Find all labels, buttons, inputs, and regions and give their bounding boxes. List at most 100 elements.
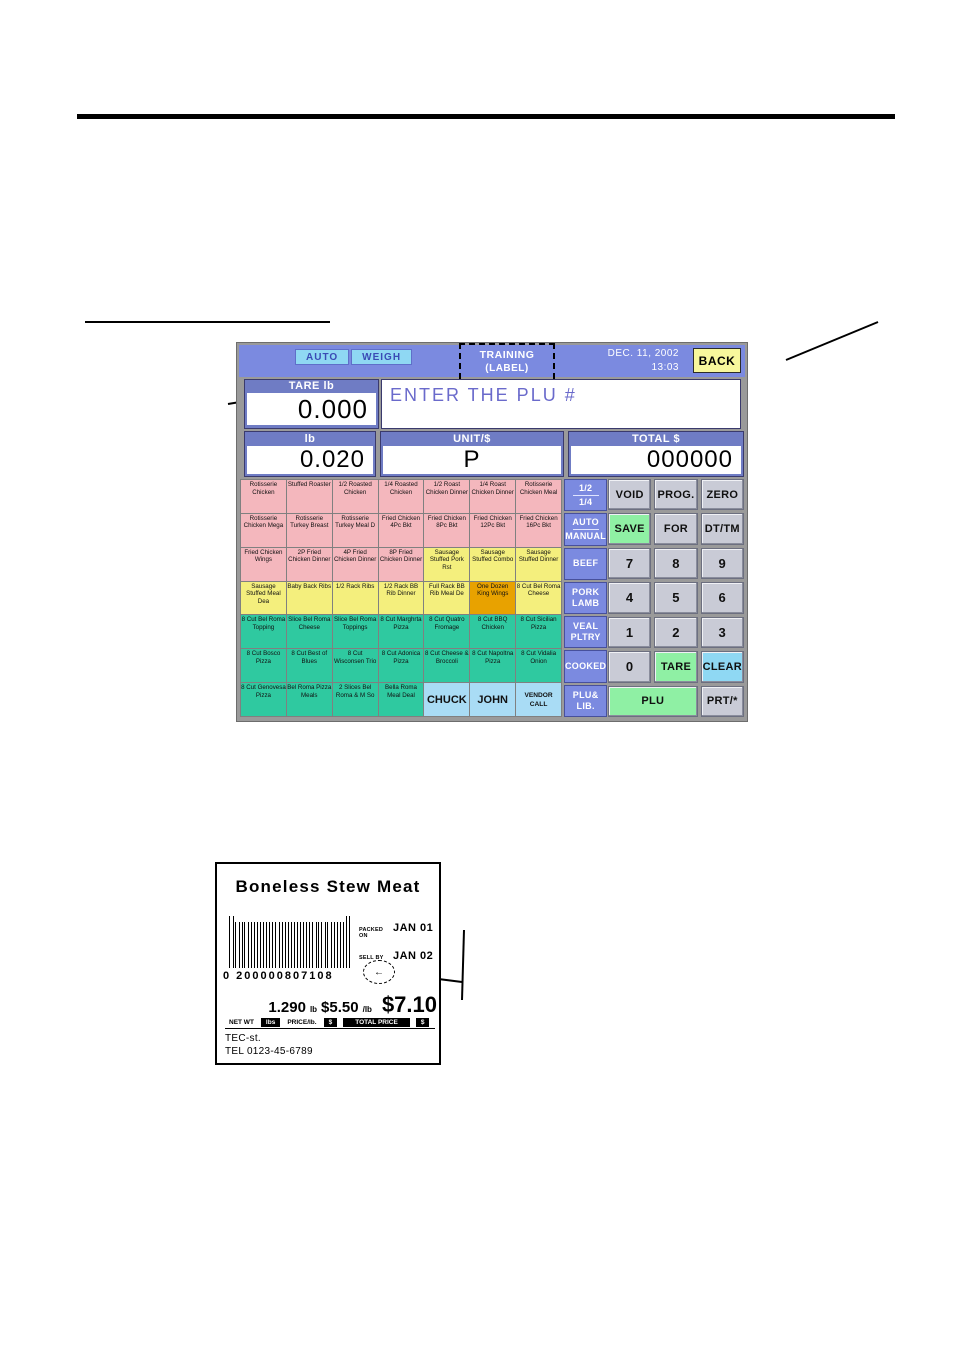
caption-dollar-2: $ (415, 1018, 430, 1027)
caption-net-wt: NET WT (229, 1019, 254, 1026)
plu-key[interactable]: One Dozen King Wings (470, 581, 516, 615)
plu-key[interactable]: Stuffed Roaster (286, 480, 332, 513)
function-key-line-1: AUTO (572, 516, 599, 527)
keypad-key[interactable]: FOR (654, 513, 698, 545)
barcode-bar (229, 916, 231, 968)
unit-price-suffix: /lb (362, 1005, 372, 1014)
keypad-key[interactable]: 6 (700, 582, 744, 614)
plu-key[interactable]: 1/2 Rack Ribs (332, 581, 378, 615)
plu-key[interactable]: Slice Bel Roma Cheese (286, 615, 332, 649)
plu-key[interactable]: 1/4 Roast Chicken Dinner (470, 480, 516, 513)
plu-key[interactable]: 8 Cut Wisconsen Trio (332, 649, 378, 683)
function-key-line-2: PLTRY (570, 632, 601, 643)
keypad-key[interactable]: 5 (654, 582, 698, 614)
keypad-key[interactable]: PRT/* (700, 685, 744, 717)
keypad-key[interactable]: 4 (608, 582, 652, 614)
plu-key[interactable]: 8 Cut BBQ Chicken (470, 615, 516, 649)
plu-key[interactable]: Rotisserie Turkey Meal D (332, 513, 378, 547)
plu-key[interactable]: 8 Cut Marghrta Pizza (378, 615, 424, 649)
plu-key[interactable]: Full Rack BB Rib Meal De (424, 581, 470, 615)
plu-key[interactable]: Fried Chicken 12Pc Bkt (470, 513, 516, 547)
totals-row: lb 0.020 UNIT/$ P TOTAL $ 000000 (244, 431, 744, 477)
plu-key[interactable]: 1/2 Roast Chicken Dinner (424, 480, 470, 513)
plu-key[interactable]: 8 Cut Best of Blues (286, 649, 332, 683)
plu-key[interactable]: Rotisserie Chicken Meal (516, 480, 561, 513)
function-key[interactable]: BEEF (564, 547, 608, 580)
mode-chip-weigh[interactable]: WEIGH (351, 349, 413, 365)
keypad-key[interactable]: CLEAR (700, 651, 744, 683)
function-key[interactable]: PLU& LIB. (564, 684, 608, 717)
plu-key[interactable]: Sausage Stuffed Combo (470, 547, 516, 581)
plu-key[interactable]: VENDOR CALL (516, 683, 561, 716)
plu-key[interactable]: Rotisserie Chicken Mega (241, 513, 286, 547)
store-info: TEC-st. TEL 0123-45-6789 (225, 1032, 313, 1058)
total-price-value: 000000 (571, 446, 741, 474)
plu-key[interactable]: 8 Cut Vidalia Onion (516, 649, 561, 683)
plu-key[interactable]: Sausage Stuffed Meal Dea (241, 581, 286, 615)
plu-key[interactable]: 8 Cut Bel Roma Topping (241, 615, 286, 649)
plu-key[interactable]: 2 Slices Bel Roma & M So (332, 683, 378, 716)
keypad-key[interactable]: 0 (608, 651, 652, 683)
plu-key[interactable]: Fried Chicken 4Pc Bkt (378, 513, 424, 547)
weight-value: 0.020 (247, 446, 373, 474)
plu-key[interactable]: Bella Roma Meal Deal (378, 683, 424, 716)
plu-key[interactable]: Sausage Stuffed Pork Rst (424, 547, 470, 581)
keypad-key[interactable]: 2 (654, 616, 698, 649)
plu-key[interactable]: 1/4 Roasted Chicken (378, 480, 424, 513)
keypad-key[interactable]: VOID (608, 479, 652, 511)
barcode-bar (269, 922, 270, 968)
plu-key[interactable]: 8 Cut Adonica Pizza (378, 649, 424, 683)
function-key[interactable]: COOKED (564, 650, 608, 683)
plu-key[interactable]: 8 Cut Sicilian Pizza (516, 615, 561, 649)
keypad-key[interactable]: 1 (608, 616, 652, 649)
plu-key[interactable]: 1/2 Rack BB Rib Dinner (378, 581, 424, 615)
keypad-key[interactable]: ZERO (700, 479, 744, 511)
plu-key[interactable]: Bel Roma Pizza Meals (286, 683, 332, 716)
plu-key[interactable]: Fried Chicken 8Pc Bkt (424, 513, 470, 547)
plu-key[interactable]: Baby Back Ribs (286, 581, 332, 615)
plu-key[interactable]: Sausage Stuffed Dinner (516, 547, 561, 581)
keypad-key[interactable]: DT/TM (700, 513, 744, 545)
function-key[interactable]: PORK LAMB (564, 581, 608, 615)
plu-key[interactable]: 8 Cut Genovesa Pizza (241, 683, 286, 716)
plu-key[interactable]: Rotisserie Chicken (241, 480, 286, 513)
keypad-key[interactable]: TARE (654, 651, 698, 683)
plu-key[interactable]: 4P Fried Chicken Dinner (332, 547, 378, 581)
tare-value: 0.000 (247, 393, 376, 425)
function-key[interactable]: VEAL PLTRY (564, 616, 608, 649)
printed-label-sample: Boneless Stew Meat 0 200000807108 PACKED… (215, 862, 441, 1065)
mode-chip-auto[interactable]: AUTO (295, 349, 350, 365)
callout-circle-marker: ← (363, 960, 395, 984)
plu-key[interactable]: Rotisserie Turkey Breast (286, 513, 332, 547)
barcode-bar (235, 922, 237, 968)
store-phone: TEL 0123-45-6789 (225, 1046, 313, 1057)
plu-key[interactable]: 8 Cut Napoltna Pizza (470, 649, 516, 683)
function-key-divider (572, 494, 599, 496)
plu-key[interactable]: 8P Fried Chicken Dinner (378, 547, 424, 581)
plu-key[interactable]: 8 Cut Quatro Fromage (424, 615, 470, 649)
barcode-bar (278, 922, 280, 968)
plu-key[interactable]: 8 Cut Bel Roma Cheese (516, 581, 561, 615)
keypad-key[interactable]: 3 (700, 616, 744, 649)
keypad-key[interactable]: 7 (608, 547, 652, 580)
function-key[interactable]: 1/2 1/4 (564, 479, 608, 512)
function-key[interactable]: AUTO MANUAL (564, 513, 608, 546)
plu-key[interactable]: JOHN (470, 683, 516, 716)
weight-display: lb 0.020 (244, 431, 376, 477)
plu-key[interactable]: 8 Cut Bosco Pizza (241, 649, 286, 683)
plu-key[interactable]: 1/2 Roasted Chicken (332, 480, 378, 513)
plu-key[interactable]: 8 Cut Cheese & Broccoli (424, 649, 470, 683)
barcode-bar (287, 922, 289, 968)
plu-key[interactable]: Fried Chicken Wings (241, 547, 286, 581)
keypad-key[interactable]: SAVE (608, 513, 652, 545)
plu-key[interactable]: Fried Chicken 16Pc Bkt (516, 513, 561, 547)
keypad-key[interactable]: PROG. (654, 479, 698, 511)
plu-key[interactable]: CHUCK (424, 683, 470, 716)
plu-key[interactable]: 2P Fried Chicken Dinner (286, 547, 332, 581)
keypad-key[interactable]: PLU (608, 685, 698, 717)
keypad-key[interactable]: 9 (700, 547, 744, 580)
function-key-line-1: PORK (572, 586, 600, 597)
back-button[interactable]: BACK (693, 348, 741, 373)
keypad-key[interactable]: 8 (654, 547, 698, 580)
plu-key[interactable]: Slice Bel Roma Toppings (332, 615, 378, 649)
